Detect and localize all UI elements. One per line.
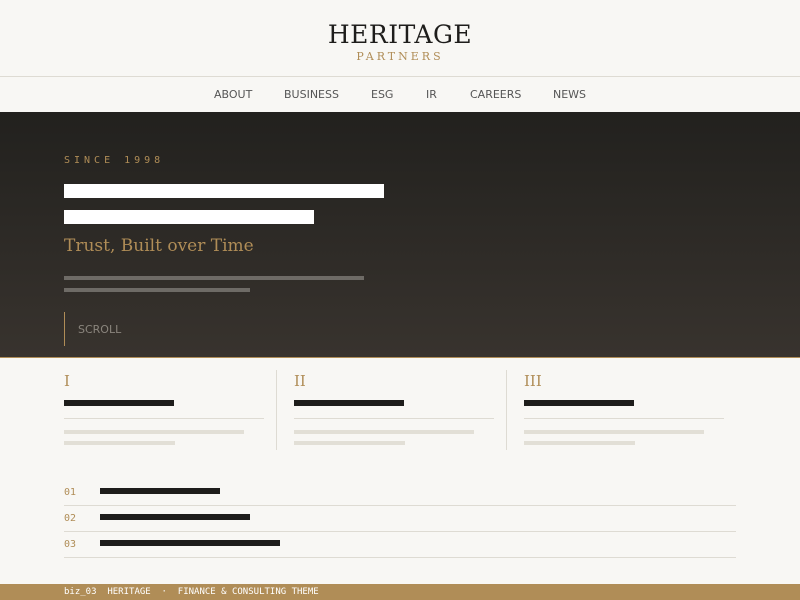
- feature-numeral: III: [524, 372, 542, 390]
- list-item-number: 01: [64, 487, 77, 498]
- feature-divider: [524, 418, 724, 419]
- list-item[interactable]: 03: [64, 532, 736, 558]
- list-item-number: 02: [64, 513, 77, 524]
- feature-column-2: II: [294, 370, 494, 450]
- feature-text-placeholder: [294, 441, 405, 445]
- feature-text-placeholder: [64, 430, 244, 434]
- feature-divider: [64, 418, 264, 419]
- feature-title-placeholder: [64, 400, 174, 406]
- logo-title[interactable]: HERITAGE: [0, 20, 800, 49]
- nav-item-ir[interactable]: IR: [426, 88, 437, 101]
- footer-text: biz_03 HERITAGE · FINANCE & CONSULTING T…: [64, 587, 319, 597]
- feature-column-1: I: [64, 370, 264, 450]
- list-item[interactable]: 01: [64, 480, 736, 506]
- feature-text-placeholder: [524, 441, 635, 445]
- logo-subtitle: PARTNERS: [356, 50, 444, 63]
- hero-eyebrow: SINCE 1998: [64, 155, 165, 166]
- feature-divider: [294, 418, 494, 419]
- list-item-title-placeholder: [100, 540, 280, 546]
- feature-text-placeholder: [294, 430, 474, 434]
- nav-item-careers[interactable]: CAREERS: [470, 88, 521, 101]
- nav-item-esg[interactable]: ESG: [371, 88, 393, 101]
- feature-title-placeholder: [524, 400, 634, 406]
- feature-text-placeholder: [64, 441, 175, 445]
- feature-numeral: I: [64, 372, 70, 390]
- column-separator: [276, 370, 277, 450]
- hero-tagline: Trust, Built over Time: [64, 236, 254, 256]
- nav-item-business[interactable]: BUSINESS: [284, 88, 339, 101]
- site-header: HERITAGE PARTNERS: [0, 0, 800, 76]
- nav-item-news[interactable]: NEWS: [553, 88, 586, 101]
- hero-text-placeholder-2: [64, 288, 250, 292]
- hero-section: SINCE 1998 Trust, Built over Time SCROLL: [0, 112, 800, 358]
- hero-text-placeholder-1: [64, 276, 364, 280]
- column-separator: [506, 370, 507, 450]
- hero-headline-placeholder-2: [64, 210, 314, 224]
- feature-numeral: II: [294, 372, 306, 390]
- feature-title-placeholder: [294, 400, 404, 406]
- list-item[interactable]: 02: [64, 506, 736, 532]
- nav-item-about[interactable]: ABOUT: [214, 88, 252, 101]
- list-item-title-placeholder: [100, 488, 220, 494]
- list-item-title-placeholder: [100, 514, 250, 520]
- site-footer: biz_03 HERITAGE · FINANCE & CONSULTING T…: [0, 584, 800, 600]
- feature-text-placeholder: [524, 430, 704, 434]
- list-item-number: 03: [64, 539, 77, 550]
- hero-headline-placeholder-1: [64, 184, 384, 198]
- scroll-indicator[interactable]: SCROLL: [64, 312, 121, 346]
- feature-column-3: III: [524, 370, 724, 450]
- main-nav: ABOUT BUSINESS ESG IR CAREERS NEWS: [0, 76, 800, 112]
